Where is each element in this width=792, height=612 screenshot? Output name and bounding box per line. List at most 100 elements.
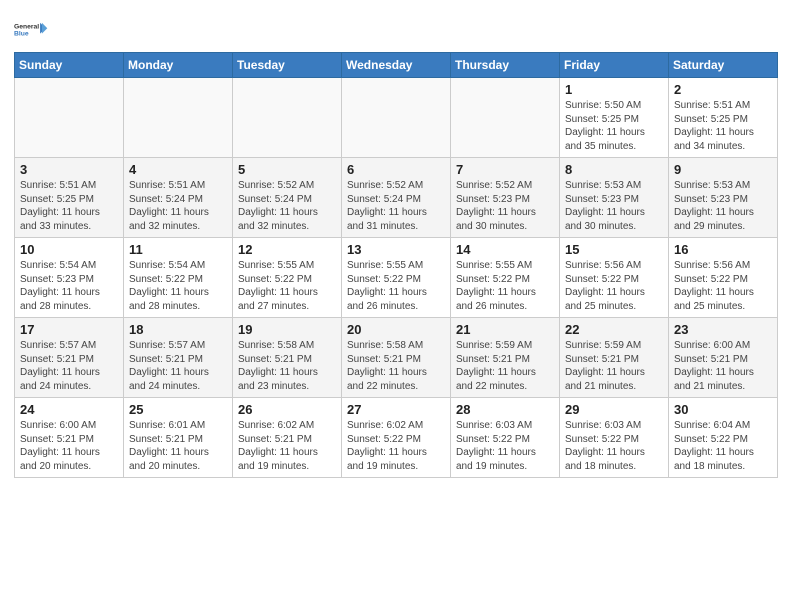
- day-info: Sunrise: 5:56 AM Sunset: 5:22 PM Dayligh…: [674, 259, 772, 313]
- calendar-cell: 15 Sunrise: 5:56 AM Sunset: 5:22 PM Dayli…: [560, 238, 669, 318]
- calendar-cell: 23 Sunrise: 6:00 AM Sunset: 5:21 PM Dayli…: [669, 318, 778, 398]
- day-info: Sunrise: 5:55 AM Sunset: 5:22 PM Dayligh…: [456, 259, 554, 313]
- svg-text:Blue: Blue: [14, 30, 29, 37]
- day-number: 8: [565, 162, 663, 177]
- day-info: Sunrise: 5:59 AM Sunset: 5:21 PM Dayligh…: [456, 339, 554, 393]
- day-info: Sunrise: 6:01 AM Sunset: 5:21 PM Dayligh…: [129, 419, 227, 473]
- calendar-cell: [15, 78, 124, 158]
- weekday-header-sunday: Sunday: [15, 53, 124, 78]
- header: GeneralBlue: [14, 10, 778, 46]
- day-info: Sunrise: 5:55 AM Sunset: 5:22 PM Dayligh…: [238, 259, 336, 313]
- day-number: 12: [238, 242, 336, 257]
- day-number: 11: [129, 242, 227, 257]
- day-number: 15: [565, 242, 663, 257]
- day-info: Sunrise: 5:52 AM Sunset: 5:24 PM Dayligh…: [347, 179, 445, 233]
- weekday-header-thursday: Thursday: [451, 53, 560, 78]
- day-info: Sunrise: 5:52 AM Sunset: 5:23 PM Dayligh…: [456, 179, 554, 233]
- weekday-header-tuesday: Tuesday: [233, 53, 342, 78]
- weekday-header-row: SundayMondayTuesdayWednesdayThursdayFrid…: [15, 53, 778, 78]
- day-number: 10: [20, 242, 118, 257]
- day-number: 26: [238, 402, 336, 417]
- calendar-cell: 26 Sunrise: 6:02 AM Sunset: 5:21 PM Dayli…: [233, 398, 342, 478]
- day-info: Sunrise: 5:54 AM Sunset: 5:22 PM Dayligh…: [129, 259, 227, 313]
- calendar-cell: 16 Sunrise: 5:56 AM Sunset: 5:22 PM Dayli…: [669, 238, 778, 318]
- calendar-week-5: 24 Sunrise: 6:00 AM Sunset: 5:21 PM Dayli…: [15, 398, 778, 478]
- calendar-cell: 5 Sunrise: 5:52 AM Sunset: 5:24 PM Daylig…: [233, 158, 342, 238]
- day-info: Sunrise: 5:56 AM Sunset: 5:22 PM Dayligh…: [565, 259, 663, 313]
- day-number: 25: [129, 402, 227, 417]
- logo-icon: GeneralBlue: [14, 14, 50, 46]
- day-number: 4: [129, 162, 227, 177]
- calendar-week-3: 10 Sunrise: 5:54 AM Sunset: 5:23 PM Dayli…: [15, 238, 778, 318]
- day-info: Sunrise: 5:54 AM Sunset: 5:23 PM Dayligh…: [20, 259, 118, 313]
- svg-text:General: General: [14, 24, 39, 31]
- calendar-cell: 27 Sunrise: 6:02 AM Sunset: 5:22 PM Dayli…: [342, 398, 451, 478]
- day-info: Sunrise: 5:55 AM Sunset: 5:22 PM Dayligh…: [347, 259, 445, 313]
- day-number: 20: [347, 322, 445, 337]
- day-info: Sunrise: 6:00 AM Sunset: 5:21 PM Dayligh…: [674, 339, 772, 393]
- calendar-cell: 20 Sunrise: 5:58 AM Sunset: 5:21 PM Dayli…: [342, 318, 451, 398]
- calendar-cell: [451, 78, 560, 158]
- day-number: 3: [20, 162, 118, 177]
- day-info: Sunrise: 6:04 AM Sunset: 5:22 PM Dayligh…: [674, 419, 772, 473]
- day-info: Sunrise: 6:00 AM Sunset: 5:21 PM Dayligh…: [20, 419, 118, 473]
- day-info: Sunrise: 5:51 AM Sunset: 5:25 PM Dayligh…: [674, 99, 772, 153]
- day-number: 6: [347, 162, 445, 177]
- day-number: 18: [129, 322, 227, 337]
- calendar-cell: 29Sunrise: 6:03 AM Sunset: 5:22 PM Dayli…: [560, 398, 669, 478]
- day-number: 2: [674, 82, 772, 97]
- day-info: Sunrise: 5:57 AM Sunset: 5:21 PM Dayligh…: [129, 339, 227, 393]
- day-number: 7: [456, 162, 554, 177]
- day-number: 29: [565, 402, 663, 417]
- calendar-cell: 12 Sunrise: 5:55 AM Sunset: 5:22 PM Dayli…: [233, 238, 342, 318]
- day-info: Sunrise: 5:58 AM Sunset: 5:21 PM Dayligh…: [347, 339, 445, 393]
- calendar-cell: 11 Sunrise: 5:54 AM Sunset: 5:22 PM Dayli…: [124, 238, 233, 318]
- day-number: 28: [456, 402, 554, 417]
- calendar-cell: 30Sunrise: 6:04 AM Sunset: 5:22 PM Dayli…: [669, 398, 778, 478]
- day-info: Sunrise: 5:57 AM Sunset: 5:21 PM Dayligh…: [20, 339, 118, 393]
- logo: GeneralBlue: [14, 14, 54, 46]
- calendar-cell: 3 Sunrise: 5:51 AM Sunset: 5:25 PM Daylig…: [15, 158, 124, 238]
- calendar-cell: 8 Sunrise: 5:53 AM Sunset: 5:23 PM Daylig…: [560, 158, 669, 238]
- calendar-cell: 7 Sunrise: 5:52 AM Sunset: 5:23 PM Daylig…: [451, 158, 560, 238]
- calendar-week-1: 1 Sunrise: 5:50 AM Sunset: 5:25 PM Daylig…: [15, 78, 778, 158]
- day-info: Sunrise: 5:51 AM Sunset: 5:24 PM Dayligh…: [129, 179, 227, 233]
- day-info: Sunrise: 5:59 AM Sunset: 5:21 PM Dayligh…: [565, 339, 663, 393]
- calendar-week-2: 3 Sunrise: 5:51 AM Sunset: 5:25 PM Daylig…: [15, 158, 778, 238]
- weekday-header-wednesday: Wednesday: [342, 53, 451, 78]
- day-info: Sunrise: 6:02 AM Sunset: 5:21 PM Dayligh…: [238, 419, 336, 473]
- calendar-cell: 13Sunrise: 5:55 AM Sunset: 5:22 PM Dayli…: [342, 238, 451, 318]
- day-info: Sunrise: 6:03 AM Sunset: 5:22 PM Dayligh…: [456, 419, 554, 473]
- weekday-header-monday: Monday: [124, 53, 233, 78]
- calendar-cell: 10 Sunrise: 5:54 AM Sunset: 5:23 PM Dayli…: [15, 238, 124, 318]
- day-number: 1: [565, 82, 663, 97]
- calendar-cell: 25 Sunrise: 6:01 AM Sunset: 5:21 PM Dayli…: [124, 398, 233, 478]
- day-number: 19: [238, 322, 336, 337]
- calendar-cell: [124, 78, 233, 158]
- calendar-cell: 9Sunrise: 5:53 AM Sunset: 5:23 PM Daylig…: [669, 158, 778, 238]
- day-number: 23: [674, 322, 772, 337]
- calendar: SundayMondayTuesdayWednesdayThursdayFrid…: [14, 52, 778, 478]
- day-info: Sunrise: 6:02 AM Sunset: 5:22 PM Dayligh…: [347, 419, 445, 473]
- day-info: Sunrise: 5:52 AM Sunset: 5:24 PM Dayligh…: [238, 179, 336, 233]
- day-number: 17: [20, 322, 118, 337]
- day-info: Sunrise: 5:58 AM Sunset: 5:21 PM Dayligh…: [238, 339, 336, 393]
- calendar-cell: 24 Sunrise: 6:00 AM Sunset: 5:21 PM Dayli…: [15, 398, 124, 478]
- day-info: Sunrise: 5:53 AM Sunset: 5:23 PM Dayligh…: [565, 179, 663, 233]
- day-number: 16: [674, 242, 772, 257]
- day-number: 5: [238, 162, 336, 177]
- calendar-cell: 6 Sunrise: 5:52 AM Sunset: 5:24 PM Daylig…: [342, 158, 451, 238]
- calendar-cell: 21Sunrise: 5:59 AM Sunset: 5:21 PM Dayli…: [451, 318, 560, 398]
- day-info: Sunrise: 5:51 AM Sunset: 5:25 PM Dayligh…: [20, 179, 118, 233]
- calendar-cell: 19 Sunrise: 5:58 AM Sunset: 5:21 PM Dayli…: [233, 318, 342, 398]
- day-info: Sunrise: 5:50 AM Sunset: 5:25 PM Dayligh…: [565, 99, 663, 153]
- day-number: 22: [565, 322, 663, 337]
- day-number: 27: [347, 402, 445, 417]
- day-info: Sunrise: 5:53 AM Sunset: 5:23 PM Dayligh…: [674, 179, 772, 233]
- weekday-header-friday: Friday: [560, 53, 669, 78]
- day-number: 24: [20, 402, 118, 417]
- day-number: 14: [456, 242, 554, 257]
- calendar-week-4: 17 Sunrise: 5:57 AM Sunset: 5:21 PM Dayli…: [15, 318, 778, 398]
- calendar-cell: 22 Sunrise: 5:59 AM Sunset: 5:21 PM Dayli…: [560, 318, 669, 398]
- page: GeneralBlue SundayMondayTuesdayWednesday…: [0, 0, 792, 492]
